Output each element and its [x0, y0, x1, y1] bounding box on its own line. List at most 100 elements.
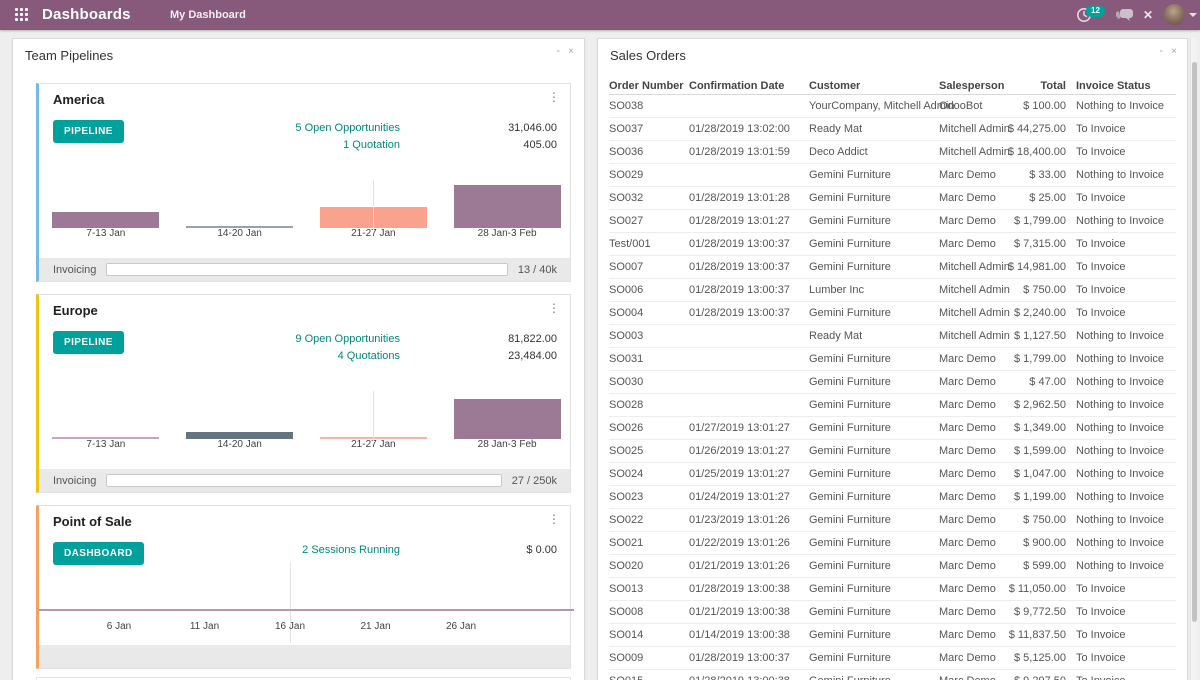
sales-order-row[interactable]: SO015 01/28/2019 13:00:38 Gemini Furnitu…: [609, 670, 1176, 680]
sales-order-row[interactable]: SO036 01/28/2019 13:01:59 Deco Addict Mi…: [609, 141, 1176, 164]
cell-customer: Gemini Furniture: [809, 376, 939, 388]
menu-item-my-dashboard[interactable]: My Dashboard: [170, 0, 246, 30]
sales-order-row[interactable]: SO028 Gemini Furniture Marc Demo $ 2,962…: [609, 394, 1176, 417]
sales-order-row[interactable]: SO021 01/22/2019 13:01:26 Gemini Furnitu…: [609, 532, 1176, 555]
cell-total: $ 1,127.50: [1019, 330, 1066, 342]
chart-bar[interactable]: [454, 399, 561, 439]
sales-order-row[interactable]: SO026 01/27/2019 13:01:27 Gemini Furnitu…: [609, 417, 1176, 440]
col-confirmation-date[interactable]: Confirmation Date: [689, 80, 809, 92]
kebab-menu-icon[interactable]: ⋮: [548, 512, 560, 526]
cell-customer: Lumber Inc: [809, 284, 939, 296]
minimize-icon[interactable]: -: [556, 46, 560, 57]
sales-order-row[interactable]: SO014 01/14/2019 13:00:38 Gemini Furnitu…: [609, 624, 1176, 647]
card-europe: Europe ⋮ PIPELINE 9 Open Opportunities 8…: [36, 294, 571, 493]
cell-invoice-status: Nothing to Invoice: [1076, 376, 1176, 388]
sales-order-row[interactable]: SO013 01/28/2019 13:00:38 Gemini Furnitu…: [609, 578, 1176, 601]
cell-salesperson: Marc Demo: [939, 675, 1019, 680]
sales-order-row[interactable]: SO009 01/28/2019 13:00:37 Gemini Furnitu…: [609, 647, 1176, 670]
stat-link[interactable]: 4 Quotations: [39, 348, 400, 365]
stat-link[interactable]: 9 Open Opportunities: [39, 331, 400, 348]
cell-confirmation-date: 01/28/2019 13:01:28: [689, 192, 809, 204]
scrollbar-thumb[interactable]: [1192, 62, 1197, 622]
sales-order-row[interactable]: SO023 01/24/2019 13:01:27 Gemini Furnitu…: [609, 486, 1176, 509]
invoicing-value: 27 / 250k: [512, 475, 557, 487]
cell-invoice-status: To Invoice: [1076, 675, 1176, 680]
sales-order-row[interactable]: SO025 01/26/2019 13:01:27 Gemini Furnitu…: [609, 440, 1176, 463]
cell-order-number: SO015: [609, 675, 689, 680]
cell-confirmation-date: 01/22/2019 13:01:26: [689, 537, 809, 549]
activity-count-badge: 12: [1086, 5, 1105, 17]
sales-order-row[interactable]: SO008 01/21/2019 13:00:38 Gemini Furnitu…: [609, 601, 1176, 624]
kebab-menu-icon[interactable]: ⋮: [548, 301, 560, 315]
cell-total: $ 11,050.00: [1019, 583, 1066, 595]
sales-order-row[interactable]: SO027 01/28/2019 13:01:27 Gemini Furnitu…: [609, 210, 1176, 233]
stat-link[interactable]: 2 Sessions Running: [39, 542, 400, 559]
cell-customer: Gemini Furniture: [809, 468, 939, 480]
sales-order-row[interactable]: SO024 01/25/2019 13:01:27 Gemini Furnitu…: [609, 463, 1176, 486]
stat-link[interactable]: 5 Open Opportunities: [39, 120, 400, 137]
scrollbar-track[interactable]: [1190, 38, 1197, 680]
user-avatar[interactable]: [1164, 4, 1185, 25]
sales-order-row[interactable]: Test/001 01/28/2019 13:00:37 Gemini Furn…: [609, 233, 1176, 256]
cell-invoice-status: To Invoice: [1076, 146, 1176, 158]
col-invoice-status[interactable]: Invoice Status: [1076, 80, 1176, 92]
card-stats: 5 Open Opportunities 31,046.00 1 Quotati…: [39, 120, 557, 154]
cell-customer: Gemini Furniture: [809, 491, 939, 503]
cell-customer: Ready Mat: [809, 330, 939, 342]
sales-order-row[interactable]: SO003 Ready Mat Mitchell Admin $ 1,127.5…: [609, 325, 1176, 348]
sales-order-row[interactable]: SO037 01/28/2019 13:02:00 Ready Mat Mitc…: [609, 118, 1176, 141]
chart-bar[interactable]: [52, 212, 159, 228]
cell-order-number: SO029: [609, 169, 689, 181]
cell-salesperson: Marc Demo: [939, 537, 1019, 549]
caret-down-icon[interactable]: [1189, 13, 1197, 17]
close-tools-icon[interactable]: ✕: [1143, 0, 1153, 30]
cell-customer: Gemini Furniture: [809, 261, 939, 273]
minimize-icon[interactable]: -: [1159, 46, 1163, 57]
close-icon[interactable]: ×: [1171, 46, 1177, 57]
cell-confirmation-date: 01/28/2019 13:00:37: [689, 284, 809, 296]
sales-order-row[interactable]: SO029 Gemini Furniture Marc Demo $ 33.00…: [609, 164, 1176, 187]
sales-order-row[interactable]: SO032 01/28/2019 13:01:28 Gemini Furnitu…: [609, 187, 1176, 210]
cell-total: $ 11,837.50: [1019, 629, 1066, 641]
cell-salesperson: Marc Demo: [939, 468, 1019, 480]
stat-value: 81,822.00: [400, 331, 557, 348]
cell-confirmation-date: 01/25/2019 13:01:27: [689, 468, 809, 480]
invoicing-footer: Invoicing 27 / 250k: [39, 469, 570, 492]
cell-salesperson: Marc Demo: [939, 192, 1019, 204]
sales-order-row[interactable]: SO030 Gemini Furniture Marc Demo $ 47.00…: [609, 371, 1176, 394]
cell-total: $ 25.00: [1019, 192, 1066, 204]
cell-order-number: SO013: [609, 583, 689, 595]
col-customer[interactable]: Customer: [809, 80, 939, 92]
sales-order-row[interactable]: SO031 Gemini Furniture Marc Demo $ 1,799…: [609, 348, 1176, 371]
cell-salesperson: Mitchell Admin: [939, 330, 1019, 342]
sales-order-row[interactable]: SO006 01/28/2019 13:00:37 Lumber Inc Mit…: [609, 279, 1176, 302]
chart-bar[interactable]: [186, 432, 293, 439]
kebab-menu-icon[interactable]: ⋮: [548, 90, 560, 104]
cell-order-number: SO014: [609, 629, 689, 641]
sales-order-row[interactable]: SO004 01/28/2019 13:00:37 Gemini Furnitu…: [609, 302, 1176, 325]
col-total[interactable]: Total: [1019, 80, 1066, 92]
cell-salesperson: Marc Demo: [939, 422, 1019, 434]
sales-order-row[interactable]: SO020 01/21/2019 13:01:26 Gemini Furnitu…: [609, 555, 1176, 578]
app-title[interactable]: Dashboards: [42, 0, 131, 30]
card-stat-row: 5 Open Opportunities 31,046.00: [39, 120, 557, 137]
cell-total: $ 1,047.00: [1019, 468, 1066, 480]
cell-order-number: SO024: [609, 468, 689, 480]
cell-customer: Gemini Furniture: [809, 399, 939, 411]
col-order-number[interactable]: Order Number: [609, 80, 689, 92]
sales-order-row[interactable]: SO022 01/23/2019 13:01:26 Gemini Furnitu…: [609, 509, 1176, 532]
cell-order-number: SO028: [609, 399, 689, 411]
card-stat-row: 1 Quotation 405.00: [39, 137, 557, 154]
messages-icon[interactable]: [1116, 9, 1134, 27]
col-salesperson[interactable]: Salesperson: [939, 80, 1019, 92]
cell-confirmation-date: 01/21/2019 13:01:26: [689, 560, 809, 572]
stat-link[interactable]: 1 Quotation: [39, 137, 400, 154]
sales-order-row[interactable]: SO038 YourCompany, Mitchell Admin OdooBo…: [609, 95, 1176, 118]
close-icon[interactable]: ×: [568, 46, 574, 57]
chart-category-label: 28 Jan-3 Feb: [441, 228, 573, 240]
cell-confirmation-date: 01/23/2019 13:01:26: [689, 514, 809, 526]
sales-order-row[interactable]: SO007 01/28/2019 13:00:37 Gemini Furnitu…: [609, 256, 1176, 279]
apps-grid-icon[interactable]: [15, 8, 29, 22]
chart-bar[interactable]: [454, 185, 561, 228]
cell-total: $ 9,297.50: [1019, 675, 1066, 680]
